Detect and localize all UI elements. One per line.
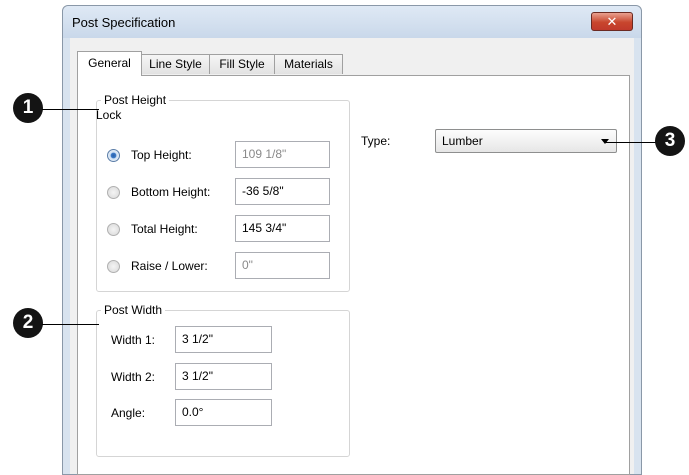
angle-label: Angle:	[111, 406, 146, 420]
type-select[interactable]: Lumber	[435, 129, 617, 153]
width-2-field[interactable]: 3 1/2"	[175, 363, 272, 390]
window-title: Post Specification	[72, 15, 176, 30]
post-width-title: Post Width	[101, 303, 166, 317]
title-bar[interactable]: Post Specification ✕	[63, 6, 641, 38]
width-1-field[interactable]: 3 1/2"	[175, 326, 272, 353]
post-width-group: Post Width Width 1: 3 1/2" Width 2: 3 1/…	[96, 303, 350, 457]
post-height-group: Post Height Lock Top Height: 109 1/8" Bo…	[96, 93, 350, 292]
width-1-label: Width 1:	[111, 333, 156, 347]
bottom-height-label: Bottom Height:	[131, 185, 211, 199]
top-height-field[interactable]: 109 1/8"	[235, 141, 330, 168]
raise-lower-radio[interactable]	[107, 260, 120, 273]
dialog-window: Post Specification ✕ General Line Style …	[62, 5, 642, 475]
tab-line-style[interactable]: Line Style	[141, 54, 210, 74]
total-height-field[interactable]: 145 3/4"	[235, 215, 330, 242]
bottom-height-field[interactable]: -36 5/8"	[235, 178, 330, 205]
callout-1-leader	[42, 109, 99, 110]
callout-3: 3	[655, 126, 685, 156]
angle-field[interactable]: 0.0°	[175, 399, 272, 426]
total-height-label: Total Height:	[131, 222, 198, 236]
callout-3-leader	[606, 142, 662, 143]
post-height-title: Post Height	[101, 93, 170, 107]
raise-lower-field[interactable]: 0"	[235, 252, 330, 279]
callout-2-leader	[42, 324, 99, 325]
close-button[interactable]: ✕	[591, 12, 633, 31]
tab-general[interactable]: General	[77, 51, 142, 76]
bottom-height-radio[interactable]	[107, 186, 120, 199]
width-2-label: Width 2:	[111, 370, 156, 384]
lock-label: Lock	[96, 108, 122, 122]
tab-fill-style[interactable]: Fill Style	[209, 54, 275, 74]
type-label: Type:	[361, 134, 391, 148]
top-height-radio[interactable]	[107, 149, 120, 162]
close-icon: ✕	[606, 14, 618, 29]
callout-2: 2	[13, 308, 43, 338]
tab-panel-general: Post Height Lock Top Height: 109 1/8" Bo…	[77, 75, 630, 475]
tab-materials[interactable]: Materials	[274, 54, 343, 74]
type-select-value: Lumber	[442, 134, 483, 148]
total-height-radio[interactable]	[107, 223, 120, 236]
dialog-body: General Line Style Fill Style Materials …	[70, 38, 634, 475]
top-height-label: Top Height:	[131, 148, 192, 162]
callout-1: 1	[13, 93, 43, 123]
raise-lower-label: Raise / Lower:	[131, 259, 208, 273]
